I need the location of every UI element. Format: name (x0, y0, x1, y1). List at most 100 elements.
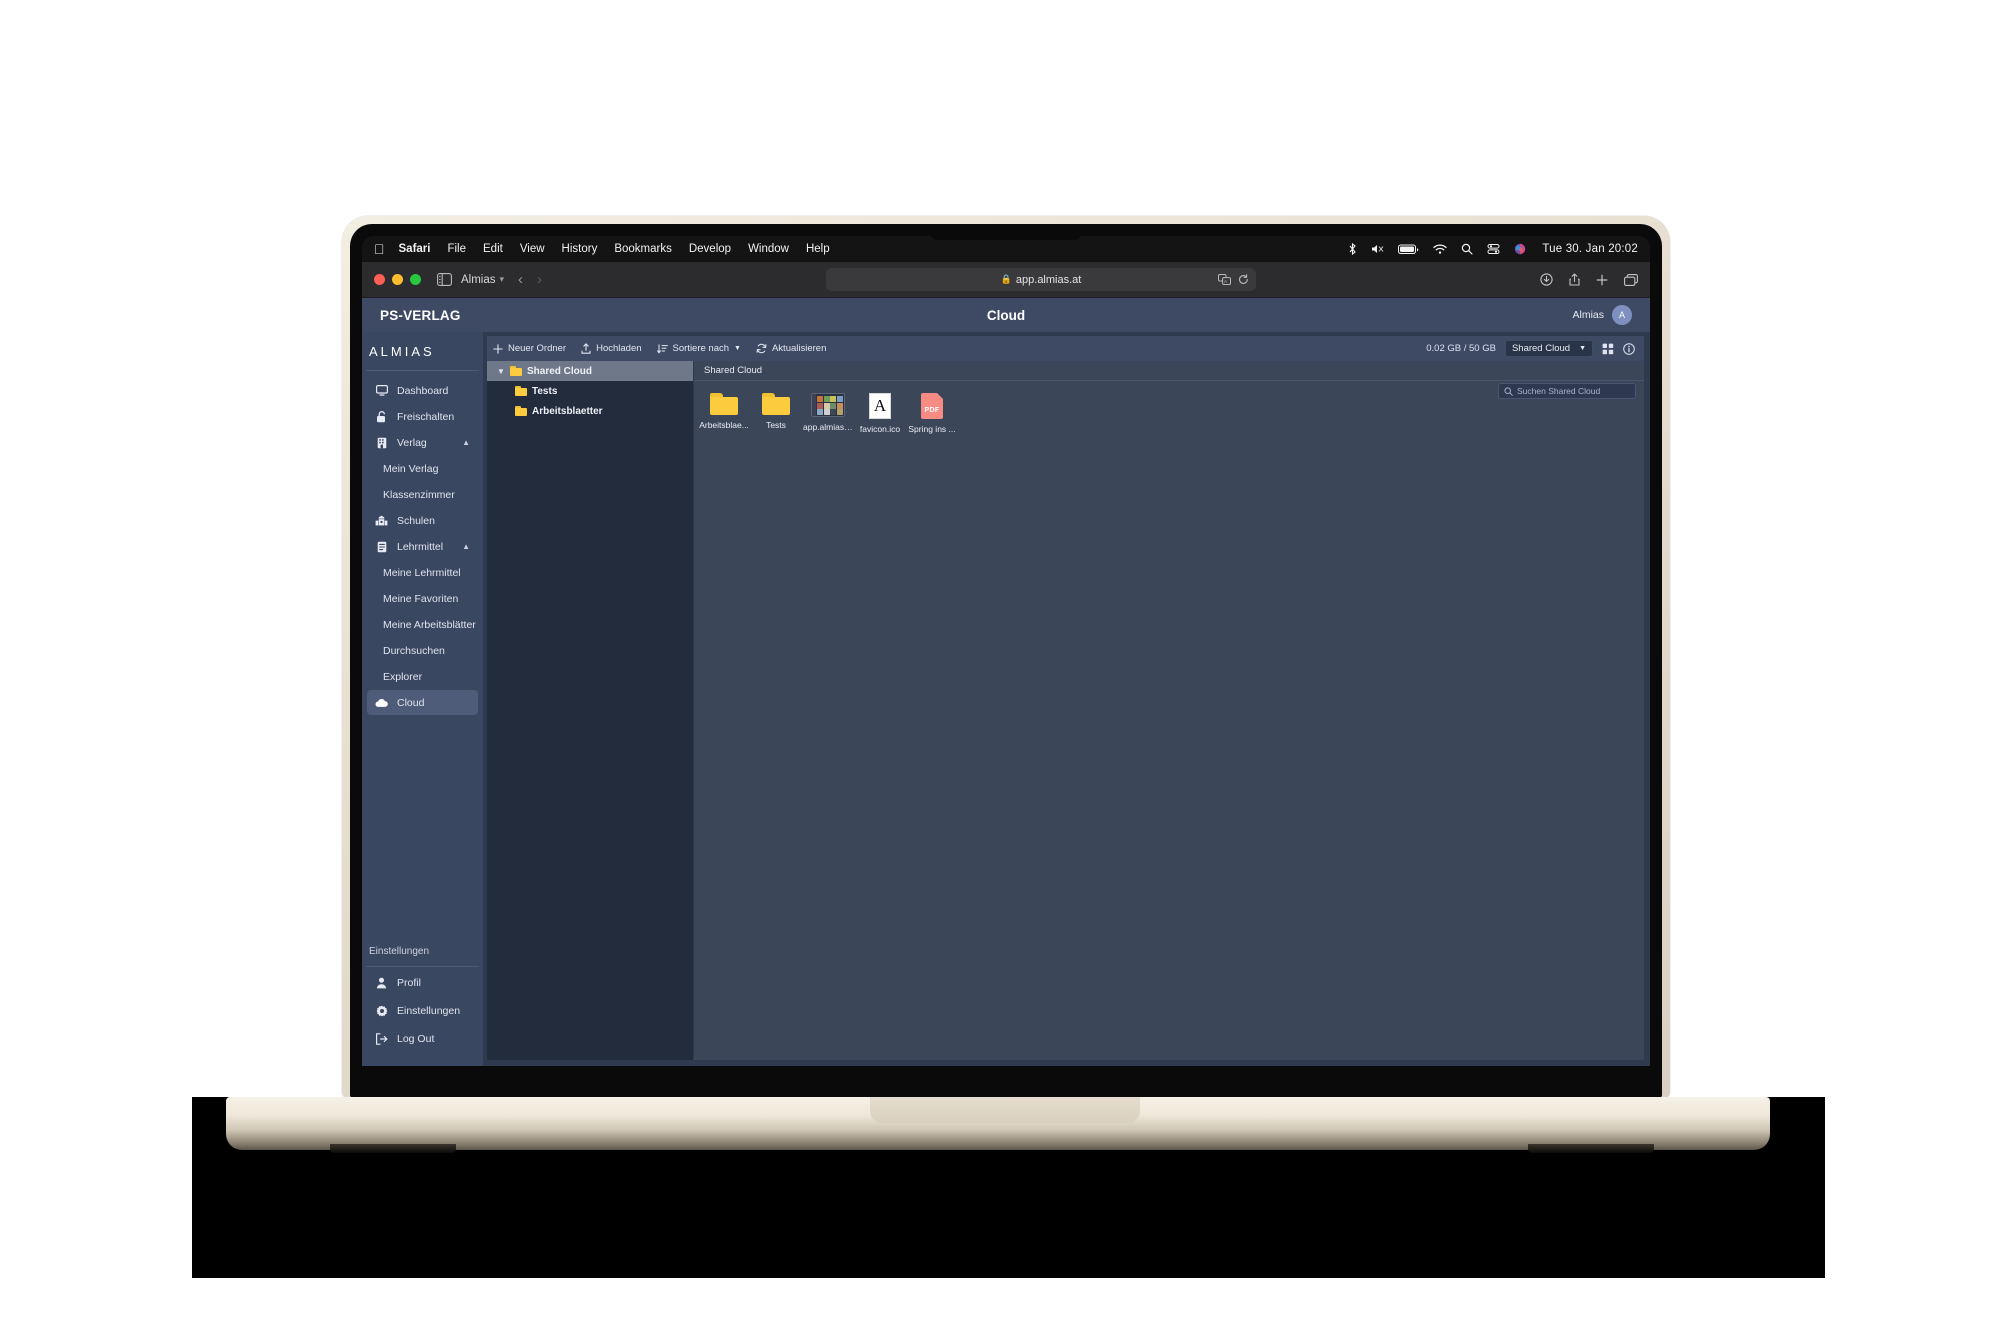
sidebar-item-klassenzimmer[interactable]: Klassenzimmer (367, 482, 478, 507)
refresh-button[interactable]: Aktualisieren (756, 343, 826, 354)
info-icon[interactable] (1623, 342, 1635, 355)
sidebar-item-cloud[interactable]: Cloud (367, 690, 478, 715)
chevron-up-icon[interactable]: ▲ (462, 542, 470, 551)
chevron-down-icon: ▼ (1579, 345, 1586, 352)
siri-icon[interactable] (1514, 243, 1526, 255)
sidebar-item-meine-lehrmittel[interactable]: Meine Lehrmittel (367, 560, 478, 585)
sidebar-toggle-icon[interactable] (437, 273, 452, 286)
menu-item-file[interactable]: File (447, 243, 466, 255)
brand-logo[interactable]: PS-VERLAG (380, 308, 461, 323)
file-item-screenshot[interactable]: app.almias.... (802, 389, 854, 438)
menu-item-bookmarks[interactable]: Bookmarks (614, 243, 672, 255)
menu-item-edit[interactable]: Edit (483, 243, 503, 255)
wifi-icon[interactable] (1433, 243, 1447, 255)
volume-muted-icon[interactable] (1371, 243, 1384, 255)
sidebar-item-label: Einstellungen (397, 1004, 461, 1017)
share-icon[interactable] (1569, 273, 1580, 286)
upload-button[interactable]: Hochladen (581, 343, 642, 354)
apple-logo-icon[interactable]:  (374, 242, 385, 256)
page-title: Cloud (986, 307, 1026, 323)
book-icon (375, 541, 388, 553)
building-icon (375, 437, 388, 449)
safari-toolbar: Almias ▾ ‹ › 🔒 app.almias.at A (362, 262, 1650, 298)
chevron-down-icon[interactable]: ▼ (497, 367, 505, 376)
tree-row[interactable]: Tests (487, 381, 693, 401)
tree-row[interactable]: ▼ Shared Cloud (487, 361, 693, 381)
sidebar-item-verlag[interactable]: Verlag ▲ (367, 430, 478, 455)
maximize-button[interactable] (410, 274, 421, 285)
minimize-button[interactable] (392, 274, 403, 285)
new-folder-button[interactable]: Neuer Ordner (493, 343, 566, 354)
sidebar-item-label: Klassenzimmer (383, 488, 455, 501)
sidebar-item-mein-verlag[interactable]: Mein Verlag (367, 456, 478, 481)
sidebar-item-meine-favoriten[interactable]: Meine Favoriten (367, 586, 478, 611)
search-input[interactable]: Suchen Shared Cloud (1498, 383, 1636, 399)
search-container: Suchen Shared Cloud (1498, 383, 1636, 399)
file-item-pdf[interactable]: PDF Spring ins ... (906, 389, 958, 438)
lock-icon: 🔒 (1000, 274, 1012, 284)
sidebar-item-label: Meine Lehrmittel (383, 566, 461, 579)
sidebar-item-schulen[interactable]: Schulen (367, 508, 478, 533)
avatar[interactable]: A (1612, 305, 1632, 325)
sidebar-bottom: Einstellungen Profil Einstellungen Log O… (362, 946, 483, 1066)
menu-clock[interactable]: Tue 30. Jan 20:02 (1542, 243, 1638, 255)
sidebar-item-freischalten[interactable]: Freischalten (367, 404, 478, 429)
tab-label[interactable]: Almias (461, 274, 496, 286)
sidebar-item-lehrmittel[interactable]: Lehrmittel ▲ (367, 534, 478, 559)
search-icon (1504, 386, 1513, 396)
tab-overview-icon[interactable] (1624, 273, 1638, 286)
menu-item-history[interactable]: History (562, 243, 598, 255)
menu-item-safari[interactable]: Safari (399, 243, 431, 255)
file-item-folder-arbeitsblaetter[interactable]: Arbeitsblae... (698, 389, 750, 438)
sidebar-item-dashboard[interactable]: Dashboard (367, 378, 478, 403)
file-item-label: Arbeitsblae... (699, 420, 749, 430)
grid-view-icon[interactable] (1602, 343, 1614, 355)
sidebar-item-logout[interactable]: Log Out (367, 1026, 478, 1051)
translate-icon[interactable]: A (1218, 274, 1232, 285)
ico-file-icon: A (869, 393, 891, 419)
breadcrumb-label[interactable]: Shared Cloud (704, 365, 762, 376)
close-button[interactable] (374, 274, 385, 285)
file-item-folder-tests[interactable]: Tests (750, 389, 802, 438)
chevron-up-icon[interactable]: ▲ (462, 438, 470, 447)
app-sidebar: ALMIAS Dashboard Freischalten Verlag ▲ M… (362, 332, 483, 1066)
laptop-mockup:  Safari File Edit View History Bookmark… (0, 0, 1996, 1331)
sidebar-item-profil[interactable]: Profil (367, 970, 478, 995)
sidebar-item-einstellungen[interactable]: Einstellungen (367, 998, 478, 1023)
plus-icon (493, 343, 503, 354)
menu-item-view[interactable]: View (520, 243, 545, 255)
menu-item-help[interactable]: Help (806, 243, 830, 255)
tree-row-label: Arbeitsblaetter (532, 405, 603, 417)
url-bar[interactable]: 🔒 app.almias.at A (826, 268, 1257, 291)
reload-icon[interactable] (1238, 274, 1249, 285)
sort-by-button[interactable]: Sortiere nach ▼ (656, 343, 741, 354)
file-item-favicon[interactable]: A favicon.ico (854, 389, 906, 438)
cloud-icon (375, 698, 388, 708)
bluetooth-icon[interactable] (1348, 243, 1357, 255)
battery-icon[interactable] (1398, 244, 1419, 255)
upload-label: Hochladen (596, 343, 642, 354)
chevron-down-icon[interactable]: ▾ (500, 274, 505, 285)
menu-item-window[interactable]: Window (748, 243, 789, 255)
sort-by-label: Sortiere nach (672, 343, 730, 354)
sidebar-item-meine-arbeitsblaetter[interactable]: Meine Arbeitsblätter (367, 612, 478, 637)
sidebar-item-label: Dashboard (397, 384, 449, 397)
downloads-icon[interactable] (1540, 273, 1553, 286)
forward-button[interactable]: › (537, 272, 542, 287)
location-select[interactable]: Shared Cloud ▼ (1504, 340, 1593, 357)
chevron-down-icon[interactable]: ▼ (734, 345, 741, 352)
file-pane: Shared Cloud Suchen Shared Cloud Arbeits… (694, 361, 1644, 1060)
control-center-icon[interactable] (1487, 243, 1500, 255)
refresh-icon (756, 343, 767, 354)
menu-item-develop[interactable]: Develop (689, 243, 731, 255)
sidebar-item-durchsuchen[interactable]: Durchsuchen (367, 638, 478, 663)
folder-icon (515, 406, 527, 416)
header-user-area[interactable]: Almias A (1572, 305, 1632, 325)
sidebar-section-title: Einstellungen (369, 946, 430, 957)
sidebar-item-explorer[interactable]: Explorer (367, 664, 478, 689)
search-icon[interactable] (1461, 243, 1473, 255)
back-button[interactable]: ‹ (518, 272, 523, 287)
tree-row[interactable]: Arbeitsblaetter (487, 401, 693, 421)
laptop-foot-left (330, 1144, 456, 1153)
new-tab-icon[interactable] (1596, 274, 1608, 286)
